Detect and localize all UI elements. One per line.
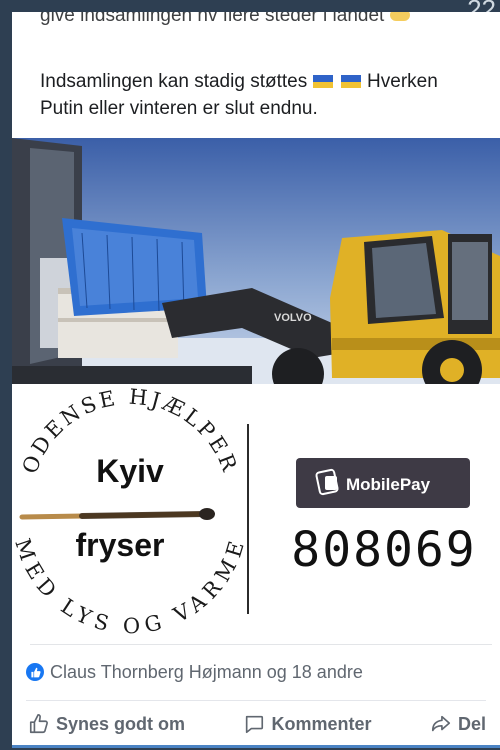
donation-poster: ODENSE HJÆLPER MED LYS OG VARME Kyiv fry… [12,384,500,646]
like-icon [29,714,48,734]
ukraine-flag-icon [313,75,334,88]
match-head-icon [199,508,215,520]
share-icon [431,715,451,732]
poster-bottom-rule [30,644,492,645]
facebook-post-card: give indsamlingen nv flere steder i land… [12,12,500,748]
reactions-text[interactable]: Claus Thornberg Højmann og 18 andre [50,662,363,683]
post-text-partial: give indsamlingen nv flere steder i land… [40,12,385,26]
mobilepay-label: MobilePay [346,475,431,494]
ukraine-flag-icon [340,75,361,88]
comment-button-label: Kommenter [271,713,372,734]
hand-emoji-icon [389,12,410,21]
post-line-2: Putin eller vinteren er slut endnu. [40,98,318,119]
loader-photo-illustration: VOLVO [12,138,500,384]
comment-button[interactable]: Kommenter [243,713,372,735]
share-button-label: Del [457,713,486,734]
poster-graphic: ODENSE HJÆLPER MED LYS OG VARME Kyiv fry… [12,385,476,639]
comment-icon [246,715,264,734]
post-photo[interactable]: VOLVO [12,138,500,384]
reactions-summary[interactable]: Claus Thornberg Højmann og 18 andre [26,660,492,684]
share-button[interactable]: Del [430,713,486,735]
post-line-1-tail: Hverken [367,71,438,92]
like-button[interactable]: Synes godt om [28,713,185,735]
mobilepay-number: 808069 [291,522,476,578]
poster-word-kyiv: Kyiv [96,453,164,489]
like-button-label: Synes godt om [56,713,186,734]
poster-word-fryser: fryser [76,527,165,563]
actions-divider [26,700,486,701]
vehicle-brand-text: VOLVO [274,312,312,324]
bottom-accent-bar [12,745,500,748]
post-text-cut-line: give indsamlingen nv flere steder i land… [40,12,410,29]
post-line-1-text: Indsamlingen kan stadig støttes [40,71,308,92]
post-action-bar: Synes godt om Kommenter Del [12,706,500,742]
post-line-1: Indsamlingen kan stadig støttes Hverken [40,68,438,95]
like-reaction-icon [26,663,44,681]
